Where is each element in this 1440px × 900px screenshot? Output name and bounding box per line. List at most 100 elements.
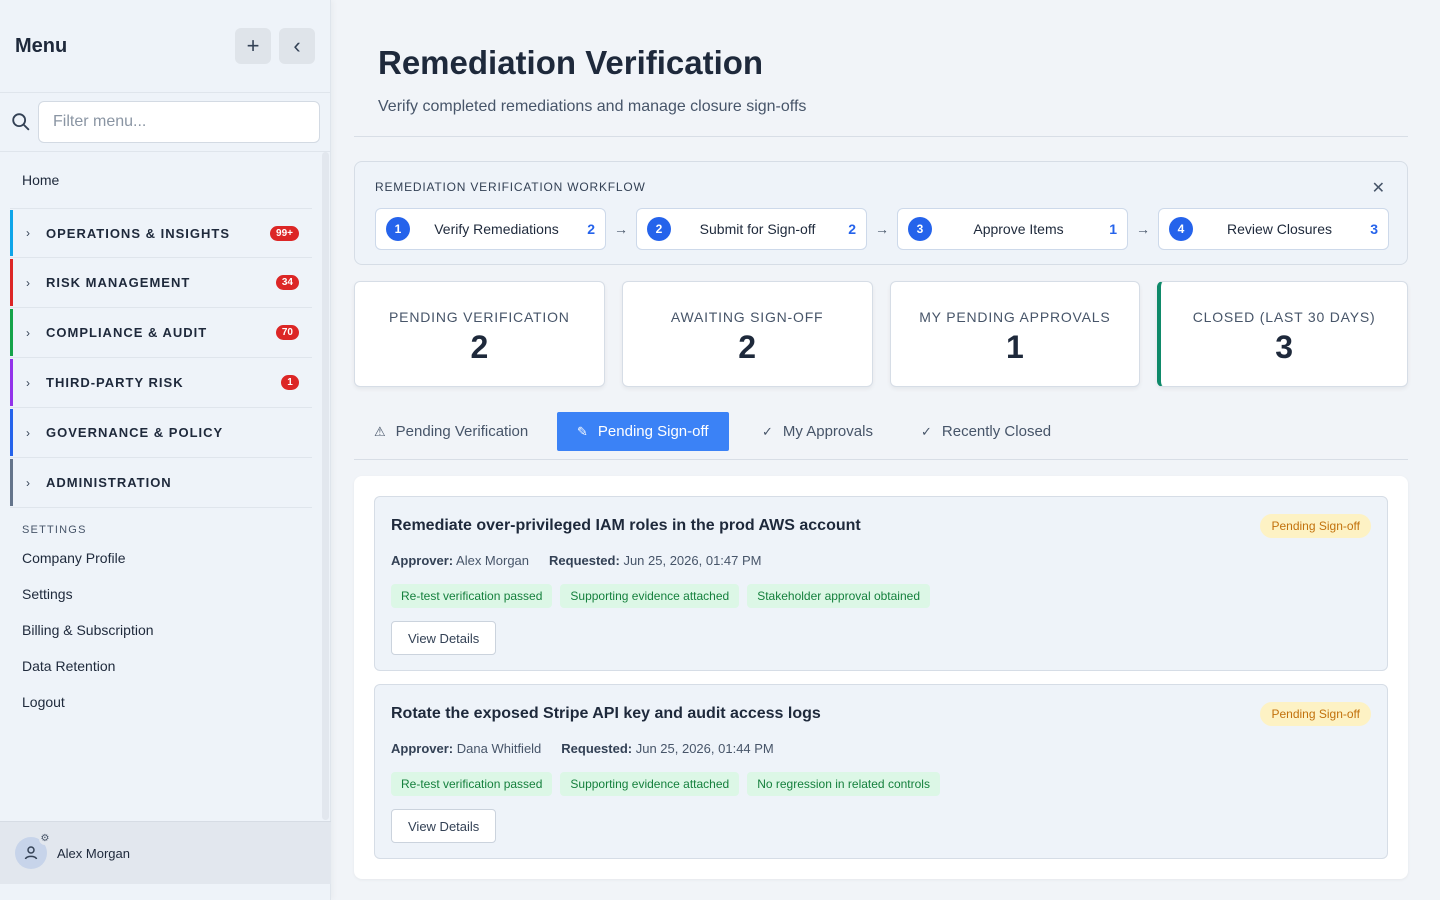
step-label: Approve Items [973, 221, 1064, 237]
sidebar-scrollbar[interactable] [322, 152, 329, 820]
chevron-right-icon: › [26, 475, 30, 490]
count-badge: 99+ [270, 225, 299, 241]
check-tag: No regression in related controls [747, 772, 940, 796]
approver-label: Approver: [391, 553, 454, 568]
sidebar-group-third-party-risk[interactable]: › THIRD-PARTY RISK 1 [10, 358, 312, 408]
collapse-sidebar-button[interactable]: ‹ [279, 28, 315, 64]
stat-value: 1 [1005, 329, 1024, 365]
check-icon: ✓ [921, 423, 932, 439]
arrow-right-icon: → [614, 221, 628, 237]
tab-recently-closed[interactable]: ✓ Recently Closed [901, 412, 1071, 451]
count-badge: 34 [275, 275, 299, 290]
gear-icon[interactable]: ⚙ [39, 833, 51, 845]
sidebar-item-logout[interactable]: Logout [0, 684, 331, 720]
check-tag: Re-test verification passed [391, 584, 553, 608]
count-badge: 70 [275, 325, 299, 340]
stat-value: 2 [738, 329, 757, 365]
tab-label: My Approvals [782, 423, 873, 440]
requested-date: Jun 25, 2026, 01:47 PM [623, 553, 762, 568]
tab-my-approvals[interactable]: ✓ My Approvals [742, 412, 893, 451]
workflow-panel: REMEDIATION VERIFICATION WORKFLOW ✕ 1 Ver… [354, 161, 1408, 265]
card-meta: Approver: Alex Morgan Requested: Jun 25, … [391, 553, 761, 568]
stat-card-my-pending-approvals[interactable]: MY PENDING APPROVALS 1 [889, 281, 1141, 387]
view-details-button[interactable]: View Details [391, 809, 497, 843]
group-color-bar [10, 359, 13, 406]
stat-card-closed-last-30-days[interactable]: CLOSED (LAST 30 DAYS) 3 [1157, 281, 1408, 387]
settings-heading: SETTINGS [22, 524, 87, 536]
card-tags: Re-test verification passed Supporting ev… [391, 772, 940, 796]
sidebar-group-label: GOVERNANCE & POLICY [46, 425, 224, 440]
plus-icon: + [246, 33, 260, 58]
status-badge: Pending Sign-off [1260, 514, 1371, 538]
step-number: 2 [647, 217, 671, 241]
card-tags: Re-test verification passed Supporting ev… [391, 584, 930, 608]
approver-name: Dana Whitfield [456, 741, 542, 756]
stat-value: 2 [470, 329, 489, 365]
workflow-step-approve-items[interactable]: 3 Approve Items 1 [897, 208, 1128, 250]
sidebar-group-compliance-audit[interactable]: › COMPLIANCE & AUDIT 70 [10, 308, 312, 358]
page-title: Remediation Verification [378, 44, 764, 81]
workflow-step-submit-for-sign-off[interactable]: 2 Submit for Sign-off 2 [636, 208, 867, 250]
sidebar-item-company-profile[interactable]: Company Profile [0, 540, 331, 576]
search-icon [12, 113, 30, 131]
chevron-left-icon: ‹ [293, 33, 301, 58]
header-divider [354, 136, 1408, 137]
pencil-icon: ✎ [577, 423, 588, 439]
step-label: Review Closures [1226, 221, 1333, 237]
workflow-title: REMEDIATION VERIFICATION WORKFLOW [375, 180, 646, 194]
tab-label: Pending Verification [395, 423, 529, 440]
chevron-right-icon: › [26, 275, 30, 290]
user-name: Alex Morgan [57, 845, 130, 861]
sidebar-item-settings[interactable]: Settings [0, 576, 331, 612]
check-icon: ✓ [762, 423, 773, 439]
warning-icon: ⚠ [374, 423, 386, 439]
requested-date: Jun 25, 2026, 01:44 PM [635, 741, 774, 756]
signoff-card: Rotate the exposed Stripe API key and au… [374, 684, 1388, 859]
requested-label: Requested: [549, 553, 620, 568]
tab-pending-sign-off[interactable]: ✎ Pending Sign-off [557, 412, 729, 451]
workflow-step-review-closures[interactable]: 4 Review Closures 3 [1158, 208, 1389, 250]
view-details-button[interactable]: View Details [391, 621, 497, 655]
step-count: 2 [848, 221, 856, 237]
step-number: 3 [908, 217, 932, 241]
workflow-step-verify-remediations[interactable]: 1 Verify Remediations 2 [375, 208, 606, 250]
count-badge: 1 [281, 375, 299, 390]
sidebar-group-label: COMPLIANCE & AUDIT [46, 325, 208, 340]
sidebar-title: Menu [15, 34, 68, 57]
sidebar-item-data-retention[interactable]: Data Retention [0, 648, 331, 684]
group-color-bar [10, 309, 13, 356]
approver-label: Approver: [391, 741, 454, 756]
sidebar-group-governance-policy[interactable]: › GOVERNANCE & POLICY [10, 408, 312, 458]
stat-label: AWAITING SIGN-OFF [670, 309, 824, 325]
sidebar-item-home[interactable]: Home [0, 152, 331, 208]
sidebar-item-billing-subscription[interactable]: Billing & Subscription [0, 612, 331, 648]
sidebar-group-label: THIRD-PARTY RISK [46, 375, 184, 390]
close-icon[interactable]: ✕ [1372, 178, 1385, 198]
group-color-bar [10, 259, 13, 306]
step-label: Verify Remediations [434, 221, 559, 237]
sidebar-filter [0, 93, 330, 152]
stat-card-pending-verification[interactable]: PENDING VERIFICATION 2 [354, 281, 605, 387]
signoff-list: Remediate over-privileged IAM roles in t… [354, 476, 1408, 879]
arrow-right-icon: → [875, 221, 889, 237]
stat-label: MY PENDING APPROVALS [919, 309, 1111, 325]
group-color-bar [10, 210, 13, 256]
sidebar-nav: Home › OPERATIONS & INSIGHTS 99+ › RISK MANA… [0, 152, 331, 820]
stat-value: 3 [1275, 329, 1294, 365]
tab-pending-verification[interactable]: ⚠ Pending Verification [354, 412, 548, 451]
step-number: 4 [1169, 217, 1193, 241]
stat-card-awaiting-sign-off[interactable]: AWAITING SIGN-OFF 2 [621, 281, 873, 387]
user-profile[interactable]: ⚙ Alex Morgan [0, 821, 331, 884]
chevron-right-icon: › [26, 425, 30, 440]
sidebar-group-risk-management[interactable]: › RISK MANAGEMENT 34 [10, 258, 312, 308]
sidebar-group-administration[interactable]: › ADMINISTRATION [10, 458, 312, 508]
sidebar-group-operations-insights[interactable]: › OPERATIONS & INSIGHTS 99+ [10, 208, 312, 258]
filter-menu-input[interactable] [38, 101, 320, 143]
group-color-bar [10, 459, 13, 506]
signoff-card: Remediate over-privileged IAM roles in t… [374, 496, 1388, 671]
add-button[interactable]: + [235, 28, 271, 64]
page-subtitle: Verify completed remediations and manage… [378, 98, 807, 115]
user-icon [24, 846, 38, 860]
approver-name: Alex Morgan [456, 553, 530, 568]
avatar[interactable]: ⚙ [15, 833, 51, 869]
